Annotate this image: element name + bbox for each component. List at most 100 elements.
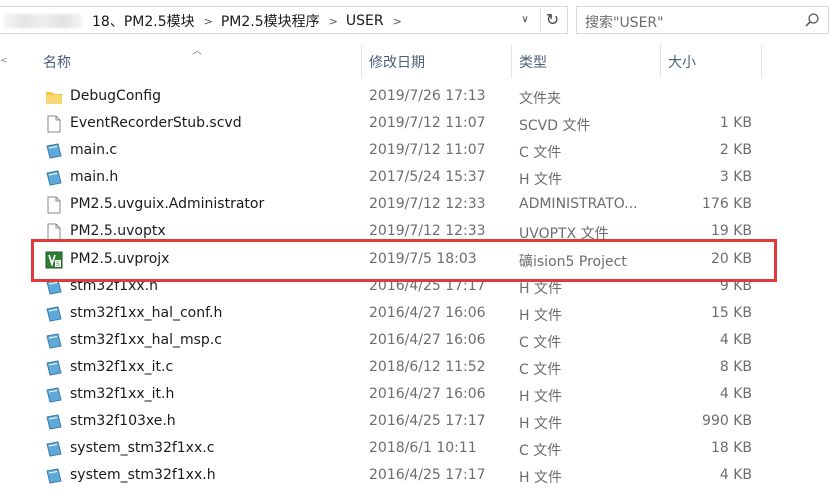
scroll-left-icon[interactable]: < [0,56,8,66]
column-header-name[interactable]: 名称 [43,52,71,72]
column-header-size[interactable]: 大小 [668,52,696,72]
file-name: PM2.5.uvguix.Administrator [70,196,265,212]
source-file-icon [46,414,62,430]
list-item[interactable]: stm32f1xx_hal_msp.c 2016/4/27 16:06 C 文件… [40,328,780,355]
source-file-icon [46,360,62,376]
file-type: H 文件 [519,470,562,486]
source-file-icon [46,387,62,403]
file-size: 15 KB [710,305,752,321]
source-file-icon [46,441,62,457]
list-item[interactable]: system_stm32f1xx.c 2018/6/1 10:11 C 文件 1… [40,436,780,463]
search-placeholder: 搜索"USER" [585,15,664,31]
file-date: 2017/5/24 15:37 [369,169,486,185]
breadcrumb-item-pm25-module[interactable]: 18、PM2.5模块 [92,11,195,31]
breadcrumb: 18、PM2.5模块 > PM2.5模块程序 > USER > [92,11,410,31]
list-item[interactable]: stm32f103xe.h 2016/4/25 17:17 H 文件 990 K… [40,409,780,436]
file-size: 4 KB [719,332,752,348]
column-divider[interactable] [660,44,661,78]
file-date: 2019/7/12 11:07 [369,115,486,131]
list-item[interactable]: stm32f1xx_it.h 2016/4/27 16:06 H 文件 4 KB [40,382,780,409]
file-icon [47,196,61,214]
breadcrumb-separator-icon[interactable]: > [393,15,402,28]
file-type: C 文件 [519,145,562,161]
file-size: 2 KB [719,142,752,158]
breadcrumb-separator-icon[interactable]: > [329,15,338,28]
list-item[interactable]: EventRecorderStub.scvd 2019/7/12 11:07 S… [40,111,780,138]
refresh-icon[interactable]: ↻ [540,8,564,32]
list-item[interactable]: system_stm32f1xx.h 2016/4/25 17:17 H 文件 … [40,463,780,490]
file-date: 2016/4/25 17:17 [369,413,486,429]
list-item[interactable]: stm32f1xx_hal_conf.h 2016/4/27 16:06 H 文… [40,301,780,328]
file-type: H 文件 [519,172,562,188]
file-date: 2016/4/27 16:06 [369,386,486,402]
file-date: 2019/7/12 12:33 [369,196,486,212]
search-icon[interactable] [804,12,820,28]
search-input[interactable]: 搜索"USER" [576,6,829,34]
file-size: 19 KB [710,223,752,239]
column-header-date[interactable]: 修改日期 [369,52,425,72]
blurred-path-segment [4,14,82,28]
file-date: 2016/4/25 17:17 [369,467,486,483]
file-type: C 文件 [519,335,562,351]
file-name: stm32f1xx_it.c [70,359,174,375]
file-date: 2019/7/12 11:07 [369,142,486,158]
breadcrumb-item-pm25-program[interactable]: PM2.5模块程序 [221,11,320,31]
file-size: 176 KB [702,196,752,212]
file-size: 18 KB [710,440,752,456]
file-name: stm32f1xx_it.h [70,386,175,402]
source-file-icon [46,170,62,186]
sort-ascending-icon: ︿ [192,46,202,57]
column-divider[interactable] [761,44,762,78]
file-type: SCVD 文件 [519,118,591,134]
folder-icon [46,92,62,104]
breadcrumb-separator-icon[interactable]: > [204,15,213,28]
file-date: 2019/7/26 17:13 [369,88,486,104]
file-icon [47,115,61,133]
column-header-type[interactable]: 类型 [519,52,547,72]
file-name: main.c [70,142,118,158]
file-name: DebugConfig [70,88,161,104]
top-bar: 18、PM2.5模块 > PM2.5模块程序 > USER > ∨ ↻ 搜索"U… [0,0,835,40]
list-item[interactable]: main.h 2017/5/24 15:37 H 文件 3 KB [40,165,780,192]
file-size: 8 KB [719,359,752,375]
chevron-down-icon[interactable]: ∨ [516,10,534,30]
file-name: stm32f103xe.h [70,413,176,429]
file-type: C 文件 [519,443,562,459]
source-file-icon [46,143,62,159]
list-item[interactable]: main.c 2019/7/12 11:07 C 文件 2 KB [40,138,780,165]
list-item[interactable]: PM2.5.uvguix.Administrator 2019/7/12 12:… [40,192,780,219]
column-divider[interactable] [511,44,512,78]
file-name: system_stm32f1xx.c [70,440,215,456]
file-date: 2016/4/27 16:06 [369,305,486,321]
file-name: main.h [70,169,119,185]
address-bar[interactable]: 18、PM2.5模块 > PM2.5模块程序 > USER > ∨ ↻ [0,6,568,34]
file-type: H 文件 [519,389,562,405]
file-size: 990 KB [702,413,752,429]
source-file-icon [46,306,62,322]
file-type: H 文件 [519,416,562,432]
file-size: 4 KB [719,467,752,483]
list-item[interactable]: DebugConfig 2019/7/26 17:13 文件夹 [40,84,780,111]
file-type: ADMINISTRATO... [519,196,638,212]
file-type: C 文件 [519,362,562,378]
file-name: system_stm32f1xx.h [70,467,216,483]
source-file-icon [46,468,62,484]
column-header-row: ︿ 名称 修改日期 类型 大小 [0,40,835,80]
breadcrumb-item-user[interactable]: USER [346,13,384,29]
file-name: stm32f1xx_hal_msp.c [70,332,222,348]
file-name: EventRecorderStub.scvd [70,115,242,131]
file-type: H 文件 [519,308,562,324]
file-size: 4 KB [719,386,752,402]
file-type: 文件夹 [519,91,561,107]
file-size: 3 KB [719,169,752,185]
file-date: 2018/6/12 11:52 [369,359,486,375]
file-date: 2019/7/12 12:33 [369,223,486,239]
file-size: 1 KB [719,115,752,131]
file-date: 2016/4/27 16:06 [369,332,486,348]
column-divider[interactable] [361,44,362,78]
file-name: PM2.5.uvoptx [70,223,166,239]
highlight-annotation-box [31,239,777,282]
list-item[interactable]: stm32f1xx_it.c 2018/6/12 11:52 C 文件 8 KB [40,355,780,382]
file-name: stm32f1xx_hal_conf.h [70,305,223,321]
source-file-icon [46,333,62,349]
